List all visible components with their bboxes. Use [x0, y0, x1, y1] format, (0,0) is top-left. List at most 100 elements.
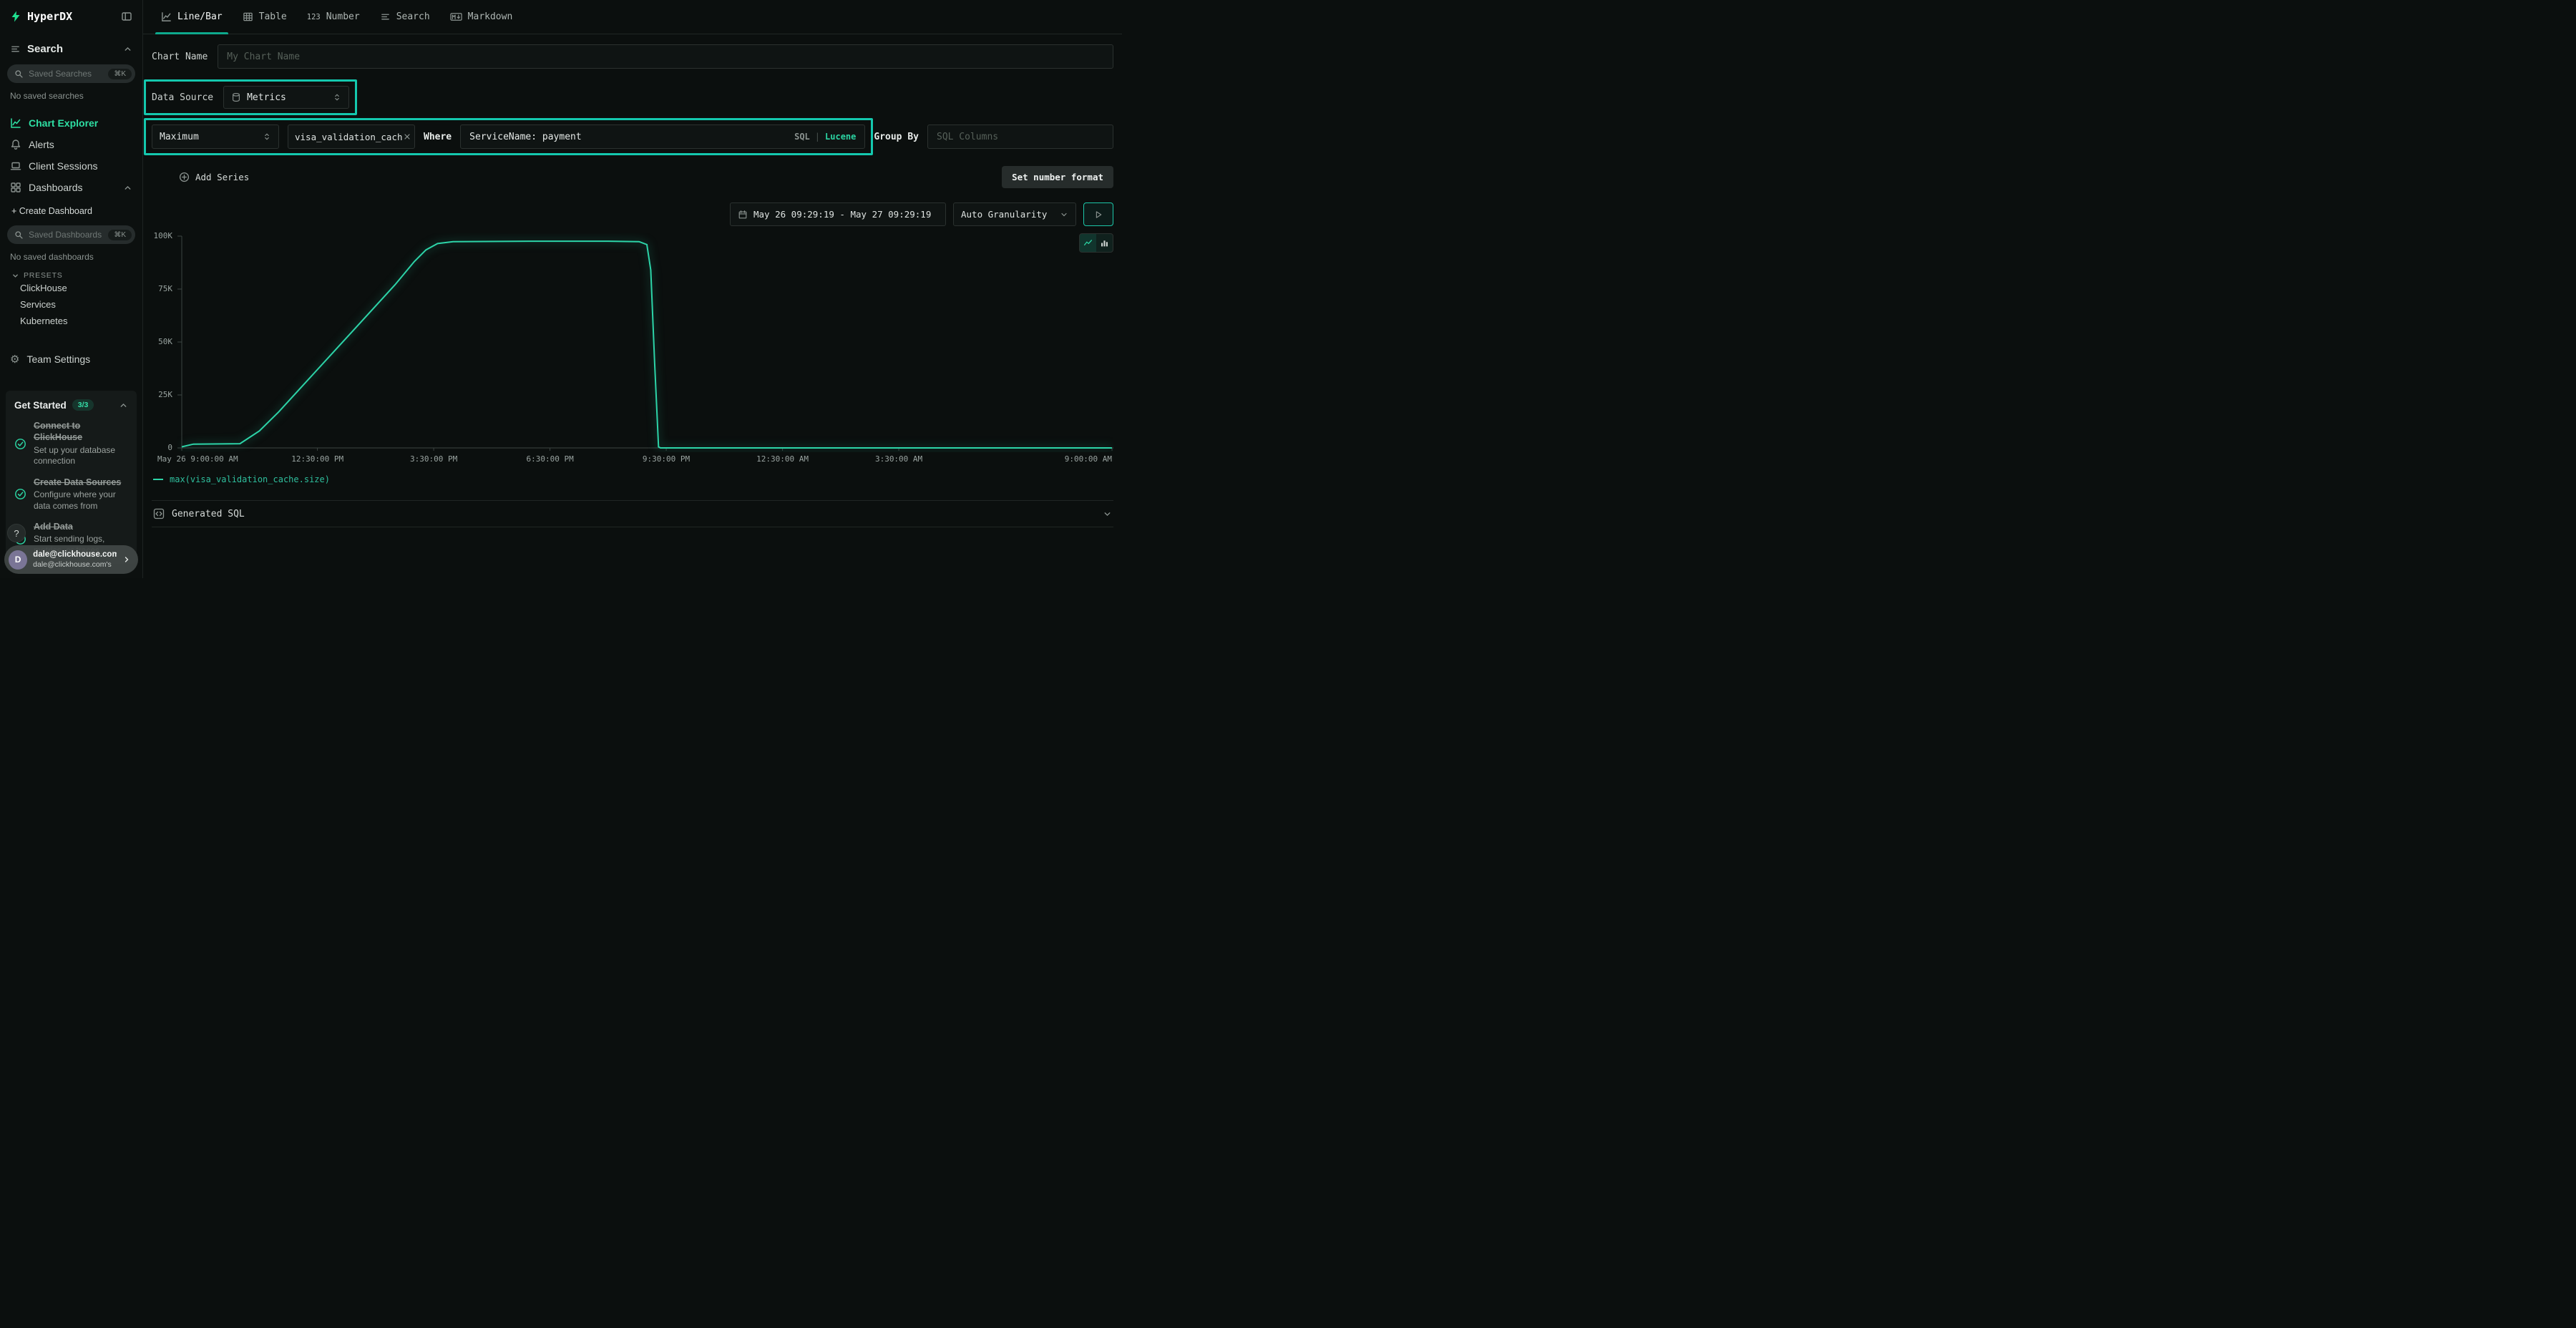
- get-started-item-title: Add Data: [34, 521, 128, 532]
- chart-display-toggle: [1079, 233, 1113, 253]
- chart-name-row: Chart Name: [152, 44, 1113, 69]
- plus-circle-icon: [179, 172, 190, 182]
- line-chart-icon: [10, 117, 21, 129]
- sidebar-item-chart-explorer[interactable]: Chart Explorer: [0, 112, 142, 134]
- hyperdx-logo-icon: [10, 11, 21, 22]
- tab-search[interactable]: Search: [371, 0, 439, 34]
- bar-view-button[interactable]: [1096, 234, 1113, 252]
- add-series-button[interactable]: Add Series: [179, 172, 249, 182]
- run-query-button[interactable]: [1083, 202, 1113, 226]
- sidebar-nav: Chart Explorer Alerts Client Sessions Da…: [0, 112, 142, 198]
- set-number-format-button[interactable]: Set number format: [1002, 166, 1113, 188]
- saved-searches-placeholder: Saved Searches: [29, 69, 92, 79]
- where-input[interactable]: ServiceName: payment SQL | Lucene: [460, 125, 865, 149]
- preset-item-kubernetes[interactable]: Kubernetes: [0, 313, 142, 329]
- chart-section: 025K50K75K100K May 26 9:00:00 AM12:30:00…: [152, 233, 1113, 484]
- sidebar-item-client-sessions[interactable]: Client Sessions: [0, 155, 142, 177]
- data-source-value: Metrics: [247, 92, 286, 103]
- chart-legend[interactable]: max(visa_validation_cache.size): [153, 474, 1113, 484]
- tab-number[interactable]: 123 Number: [298, 0, 369, 34]
- shortcut-badge: ⌘K: [108, 230, 132, 240]
- list-icon: [380, 11, 391, 22]
- create-dashboard-button[interactable]: + Create Dashboard: [0, 198, 142, 216]
- search-icon: [14, 230, 24, 240]
- sql-toggle[interactable]: SQL: [794, 132, 810, 142]
- x-tick-label: 9:00:00 AM: [1065, 454, 1112, 464]
- data-source-label: Data Source: [152, 92, 213, 103]
- x-tick-label: 3:30:00 AM: [875, 454, 922, 464]
- chevron-up-icon[interactable]: [119, 401, 128, 410]
- x-tick-label: 6:30:00 PM: [526, 454, 573, 464]
- code-icon: [153, 508, 165, 519]
- sidebar-section-search[interactable]: Search: [0, 43, 142, 55]
- get-started-header[interactable]: Get Started 3/3: [14, 399, 128, 411]
- granularity-select[interactable]: Auto Granularity: [953, 202, 1076, 226]
- chart-name-input[interactable]: [218, 44, 1113, 69]
- get-started-progress-badge: 3/3: [72, 399, 94, 411]
- y-tick-label: 50K: [158, 337, 172, 346]
- get-started-item[interactable]: Create Data Sources Configure where your…: [14, 477, 128, 512]
- tab-table[interactable]: Table: [233, 0, 296, 34]
- tab-label: Line/Bar: [177, 11, 223, 22]
- tab-line-bar[interactable]: Line/Bar: [152, 0, 232, 34]
- user-menu[interactable]: D dale@clickhouse.com dale@clickhouse.co…: [4, 545, 138, 574]
- where-label: Where: [424, 132, 452, 142]
- brand[interactable]: HyperDX: [10, 10, 72, 23]
- get-started-title: Get Started: [14, 400, 67, 411]
- no-saved-dashboards-text: No saved dashboards: [10, 252, 132, 262]
- get-started-card: Get Started 3/3 Connect to ClickHouse Se…: [6, 391, 137, 564]
- data-source-row: Data Source Metrics: [152, 86, 1113, 109]
- y-tick-label: 25K: [158, 390, 172, 399]
- search-icon: [14, 69, 24, 79]
- close-icon[interactable]: [403, 132, 411, 141]
- where-value: ServiceName: payment: [469, 132, 582, 142]
- sidebar-item-label: Team Settings: [26, 353, 90, 365]
- tab-label: Table: [259, 11, 287, 22]
- sidebar-item-label: Client Sessions: [29, 160, 98, 172]
- line-view-button[interactable]: [1080, 234, 1096, 252]
- saved-searches-input[interactable]: Saved Searches ⌘K: [7, 64, 135, 83]
- group-by-input[interactable]: [927, 125, 1113, 149]
- sidebar-item-dashboards[interactable]: Dashboards: [0, 177, 142, 198]
- get-started-item[interactable]: Connect to ClickHouse Set up your databa…: [14, 420, 128, 467]
- date-range-picker[interactable]: May 26 09:29:19 - May 27 09:29:19: [730, 202, 946, 226]
- toggle-divider: |: [815, 132, 820, 142]
- tab-label: Search: [396, 11, 430, 22]
- markdown-icon: [450, 11, 462, 22]
- saved-dashboards-input[interactable]: Saved Dashboards ⌘K: [7, 225, 135, 244]
- actions-row: Add Series Set number format: [152, 166, 1113, 188]
- generated-sql-toggle[interactable]: Generated SQL: [152, 500, 1113, 527]
- tab-label: Number: [326, 11, 360, 22]
- chevron-up-icon[interactable]: [123, 44, 132, 54]
- lucene-toggle[interactable]: Lucene: [825, 132, 856, 142]
- collapse-sidebar-icon[interactable]: [121, 11, 132, 22]
- aggregation-value: Maximum: [160, 132, 199, 142]
- app-root: HyperDX Search Saved Searches ⌘K No save…: [0, 0, 1122, 578]
- preset-item-clickhouse[interactable]: ClickHouse: [0, 280, 142, 296]
- tab-markdown[interactable]: Markdown: [441, 0, 522, 34]
- query-language-toggle: SQL | Lucene: [794, 132, 856, 142]
- brand-name: HyperDX: [27, 10, 72, 23]
- chevron-down-icon: [1103, 509, 1112, 519]
- presets-header[interactable]: PRESETS: [11, 271, 132, 280]
- check-circle-icon: [14, 477, 26, 512]
- metric-field[interactable]: visa_validation_cach: [288, 125, 415, 149]
- sidebar-header: HyperDX: [0, 10, 142, 23]
- chevron-up-icon[interactable]: [123, 183, 132, 192]
- x-tick-label: 12:30:00 PM: [291, 454, 343, 464]
- sidebar-item-team-settings[interactable]: ⚙ Team Settings: [0, 348, 142, 371]
- preset-item-services[interactable]: Services: [0, 296, 142, 313]
- shortcut-badge: ⌘K: [108, 69, 132, 79]
- aggregation-select[interactable]: Maximum: [152, 125, 279, 149]
- sidebar-item-alerts[interactable]: Alerts: [0, 134, 142, 155]
- granularity-value: Auto Granularity: [961, 209, 1047, 220]
- main-content: Line/Bar Table 123 Number Search: [143, 0, 1122, 578]
- get-started-item-desc: Configure where your data comes from: [34, 489, 128, 512]
- chart-plot-area[interactable]: May 26 9:00:00 AM12:30:00 PM3:30:00 PM6:…: [177, 233, 1113, 466]
- chevron-down-icon: [11, 272, 19, 280]
- chart-type-tabbar: Line/Bar Table 123 Number Search: [143, 0, 1122, 34]
- presets-header-label: PRESETS: [24, 271, 63, 280]
- help-button[interactable]: ?: [7, 524, 26, 542]
- chart-svg: [177, 233, 1113, 452]
- data-source-select[interactable]: Metrics: [223, 86, 349, 109]
